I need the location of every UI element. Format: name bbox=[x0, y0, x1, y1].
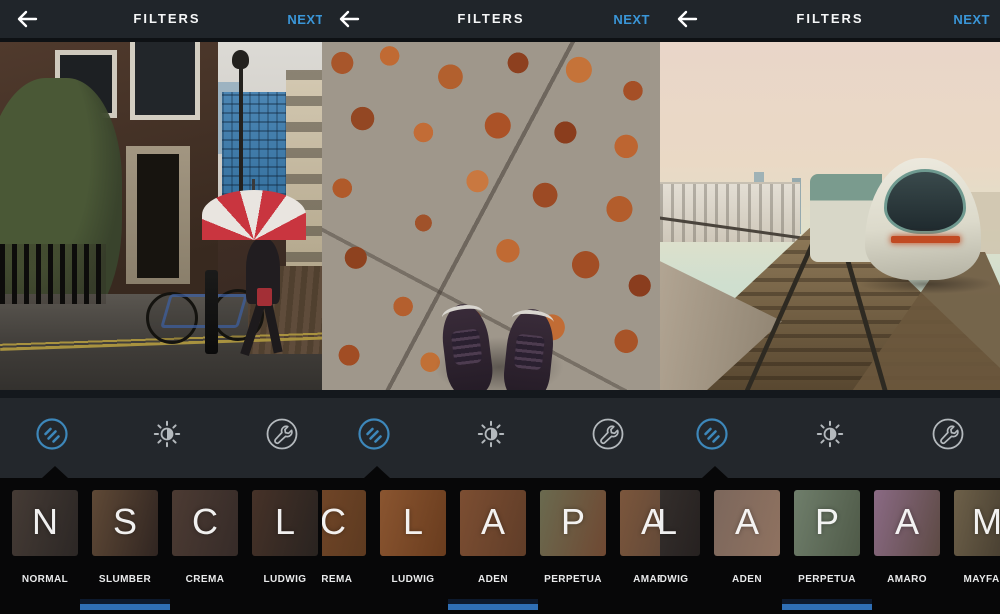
left-sneaker bbox=[439, 302, 496, 390]
filter-label: LUDWIG bbox=[240, 574, 330, 585]
selected-filter-underline bbox=[448, 604, 538, 610]
window bbox=[130, 38, 200, 120]
screenshot-canvas: FILTERS NEXT bbox=[0, 0, 1000, 614]
filter-letter: N bbox=[12, 501, 78, 543]
street-lamp-head bbox=[232, 50, 249, 69]
filter-strip[interactable]: N NORMAL S SLUMBER C CREMA L LUDWIG bbox=[0, 478, 334, 614]
wrench-icon bbox=[264, 416, 300, 452]
right-sneaker bbox=[501, 307, 556, 390]
filter-thumb[interactable]: L bbox=[252, 490, 318, 556]
photo-canvas-train[interactable] bbox=[660, 38, 1000, 390]
filter-letter: S bbox=[92, 501, 158, 543]
filter-strip[interactable]: CCREMALLUDWIGAADENPPERPETUAAAMARO bbox=[322, 478, 660, 614]
filter-label: PERPETUA bbox=[782, 574, 872, 585]
filter-screen-2: FILTERS NEXT CCREMALLUDWIGAADENPPERPETUA… bbox=[322, 0, 660, 614]
sun-contrast-icon bbox=[473, 416, 509, 452]
black-door bbox=[137, 154, 179, 278]
filter-hatch-icon bbox=[694, 416, 730, 452]
filter-letter: L bbox=[660, 501, 700, 543]
page-title: FILTERS bbox=[0, 0, 334, 38]
filters-tab[interactable] bbox=[692, 414, 732, 454]
filter-thumb[interactable]: N bbox=[12, 490, 78, 556]
filter-label: PERPETUA bbox=[528, 574, 618, 585]
filter-label: AMARO bbox=[862, 574, 952, 585]
filter-label: ADEN bbox=[702, 574, 792, 585]
filter-letter: A bbox=[620, 501, 660, 543]
page-title: FILTERS bbox=[322, 0, 660, 38]
filter-strip[interactable]: LLUDWIGAADENPPERPETUAAAMAROMMAYFAIR bbox=[660, 478, 1000, 614]
filter-letter: A bbox=[874, 501, 940, 543]
filter-thumb[interactable]: L bbox=[660, 490, 700, 556]
filter-thumb[interactable]: M bbox=[954, 490, 1000, 556]
filter-letter: A bbox=[714, 501, 780, 543]
red-bag bbox=[257, 288, 272, 306]
filter-label: LUDWIG bbox=[368, 574, 458, 585]
lux-tab[interactable] bbox=[810, 414, 850, 454]
filter-label: NORMAL bbox=[0, 574, 90, 585]
filter-label: CREMA bbox=[160, 574, 250, 585]
filter-screen-1: FILTERS NEXT bbox=[0, 0, 334, 614]
lux-tab[interactable] bbox=[147, 414, 187, 454]
filter-thumb[interactable]: L bbox=[380, 490, 446, 556]
page-title: FILTERS bbox=[660, 0, 1000, 38]
filter-label: SLUMBER bbox=[80, 574, 170, 585]
selected-tab-pointer bbox=[702, 466, 728, 478]
tools-bar bbox=[0, 398, 334, 478]
tools-bar bbox=[322, 398, 660, 478]
sun-contrast-icon bbox=[812, 416, 848, 452]
top-bar: FILTERS NEXT bbox=[660, 0, 1000, 38]
divider bbox=[660, 390, 1000, 398]
photo-canvas-leaves[interactable] bbox=[322, 38, 660, 390]
filter-thumb[interactable]: C bbox=[172, 490, 238, 556]
bicycle-frame bbox=[160, 294, 248, 328]
filter-thumb[interactable]: S bbox=[92, 490, 158, 556]
divider bbox=[322, 390, 660, 398]
filter-letter: M bbox=[954, 501, 1000, 543]
selected-filter-underline bbox=[782, 604, 872, 610]
selected-filter-underline bbox=[80, 604, 170, 610]
filter-thumb[interactable]: A bbox=[620, 490, 660, 556]
wrench-icon bbox=[930, 416, 966, 452]
next-button[interactable]: NEXT bbox=[287, 0, 324, 38]
filter-label: MAYFAIR bbox=[942, 574, 1000, 585]
tools-bar bbox=[660, 398, 1000, 478]
bollard bbox=[205, 270, 218, 354]
filter-thumb[interactable]: P bbox=[794, 490, 860, 556]
next-button[interactable]: NEXT bbox=[953, 0, 990, 38]
filter-screen-3: FILTERS NEXT bbox=[660, 0, 1000, 614]
top-bar: FILTERS NEXT bbox=[0, 0, 334, 38]
filters-tab[interactable] bbox=[354, 414, 394, 454]
filter-letter: A bbox=[460, 501, 526, 543]
selected-tab-pointer bbox=[42, 466, 68, 478]
filter-thumb[interactable]: A bbox=[874, 490, 940, 556]
filter-label: ADEN bbox=[448, 574, 538, 585]
divider bbox=[0, 390, 334, 398]
edit-tab[interactable] bbox=[588, 414, 628, 454]
iron-fence bbox=[0, 244, 106, 304]
photo-canvas-street[interactable] bbox=[0, 38, 334, 390]
filter-thumb[interactable]: A bbox=[460, 490, 526, 556]
next-button[interactable]: NEXT bbox=[613, 0, 650, 38]
filter-letter: C bbox=[322, 501, 366, 543]
filter-letter: P bbox=[794, 501, 860, 543]
lux-tab[interactable] bbox=[471, 414, 511, 454]
edit-tab[interactable] bbox=[262, 414, 302, 454]
filter-hatch-icon bbox=[34, 416, 70, 452]
filter-letter: L bbox=[380, 501, 446, 543]
filter-label: AMARO bbox=[608, 574, 660, 585]
red-white-umbrella bbox=[202, 190, 306, 240]
filter-thumb[interactable]: P bbox=[540, 490, 606, 556]
filter-letter: C bbox=[172, 501, 238, 543]
selected-tab-pointer bbox=[364, 466, 390, 478]
filter-hatch-icon bbox=[356, 416, 392, 452]
top-bar: FILTERS NEXT bbox=[322, 0, 660, 38]
edit-tab[interactable] bbox=[928, 414, 968, 454]
filter-thumb[interactable]: C bbox=[322, 490, 366, 556]
filter-thumb[interactable]: A bbox=[714, 490, 780, 556]
sun-contrast-icon bbox=[149, 416, 185, 452]
filters-tab[interactable] bbox=[32, 414, 72, 454]
wrench-icon bbox=[590, 416, 626, 452]
filter-letter: P bbox=[540, 501, 606, 543]
filter-letter: L bbox=[252, 501, 318, 543]
